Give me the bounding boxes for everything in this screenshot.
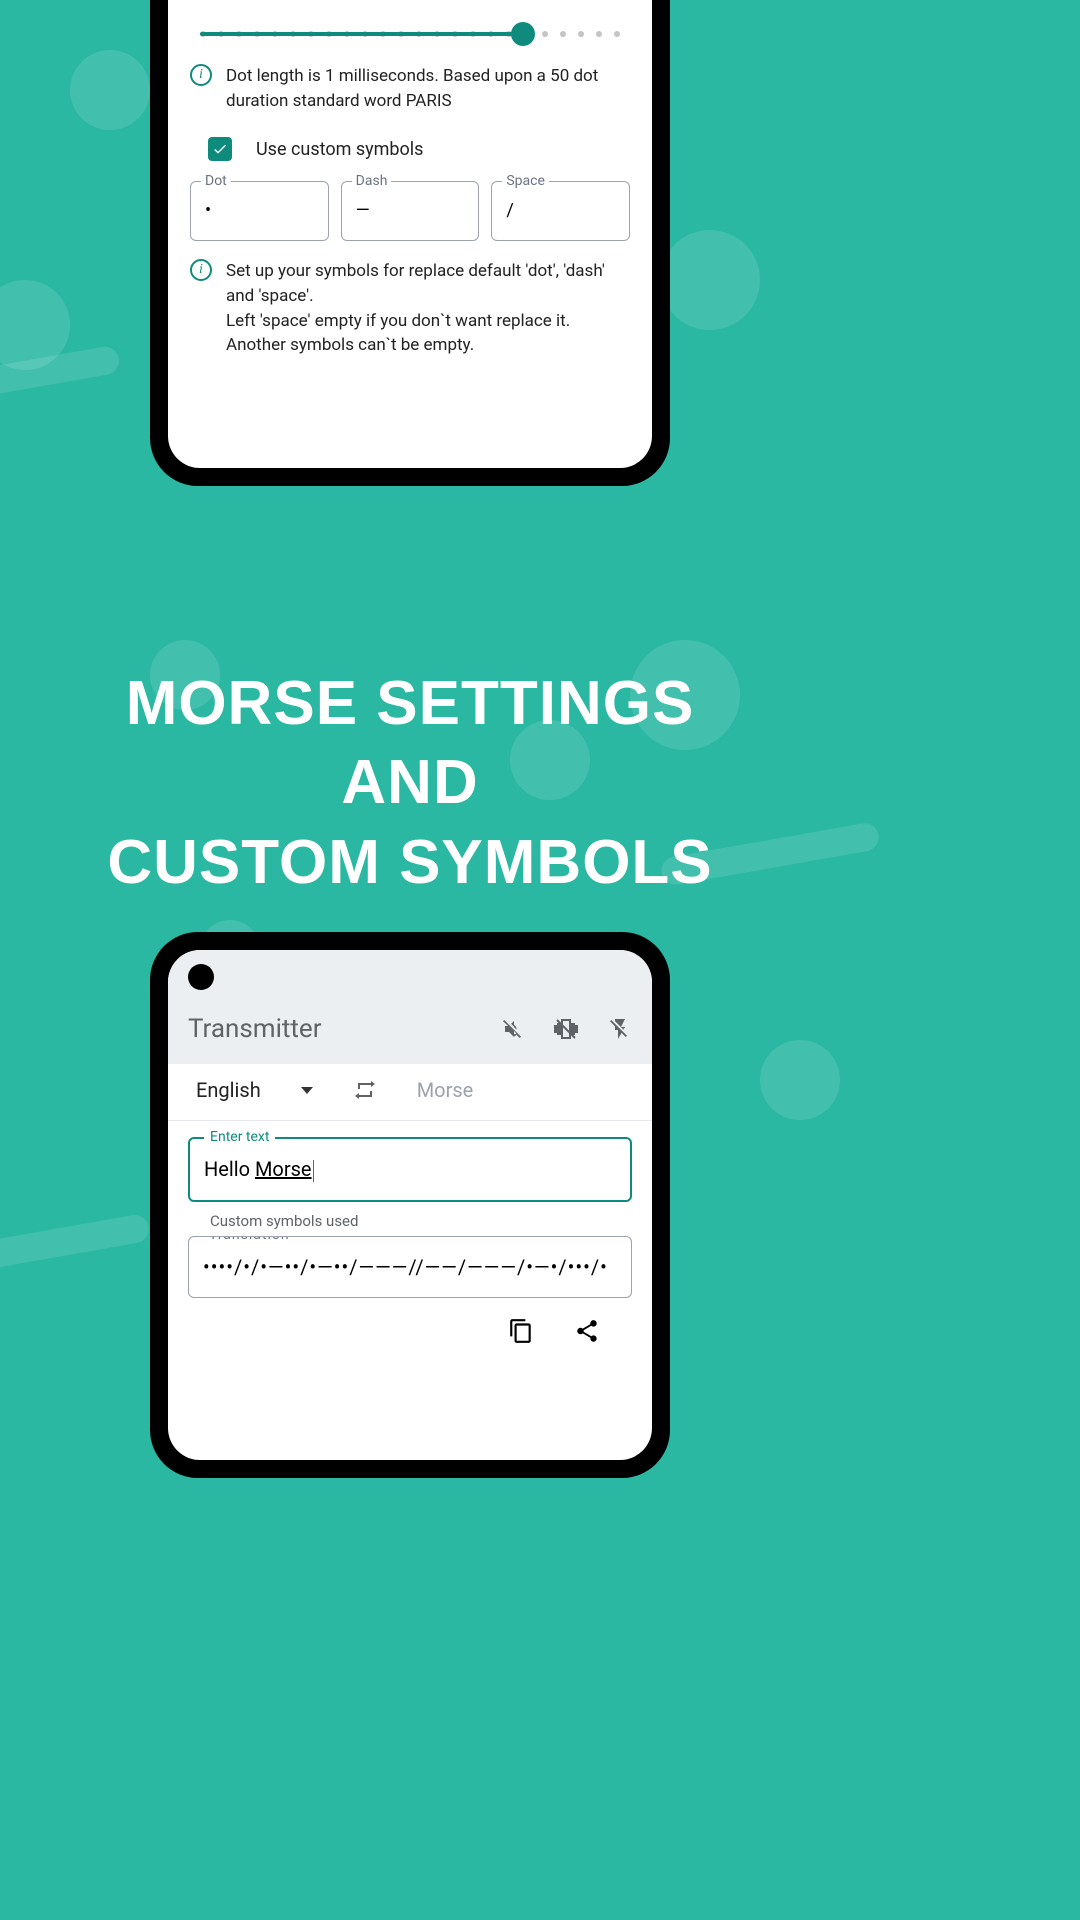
chevron-down-icon — [301, 1087, 313, 1094]
flash-off-icon[interactable] — [608, 1017, 632, 1041]
copy-icon[interactable] — [508, 1318, 534, 1344]
use-custom-symbols-label: Use custom symbols — [256, 139, 423, 160]
custom-symbols-note: Custom symbols used — [210, 1212, 632, 1230]
phone-frame-transmitter: Transmitter English Morse Enter text Hel… — [150, 932, 670, 1478]
camera-hole — [188, 964, 214, 990]
use-custom-symbols-checkbox[interactable] — [208, 137, 232, 161]
screen-title: Transmitter — [188, 1014, 322, 1044]
language-target-label: Morse — [417, 1078, 474, 1102]
wpm-slider[interactable] — [200, 22, 620, 46]
phone-frame-settings: FREQUENCY: ULTRA LOW WORDS PER MINUTE: 1… — [150, 0, 670, 486]
symbols-info: Set up your symbols for replace default … — [226, 259, 630, 358]
share-icon[interactable] — [574, 1318, 600, 1344]
wpm-label: WORDS PER MINUTE: 16 — [190, 0, 630, 4]
transmitter-screen: Transmitter English Morse Enter text Hel… — [168, 950, 652, 1460]
enter-text-input[interactable]: Enter text Hello Morse — [188, 1137, 632, 1202]
settings-screen: FREQUENCY: ULTRA LOW WORDS PER MINUTE: 1… — [168, 0, 652, 468]
mute-sound-icon[interactable] — [500, 1017, 524, 1041]
swap-languages-icon[interactable] — [353, 1078, 377, 1102]
info-icon: i — [190, 64, 212, 86]
translation-output: Translation ••••/•/•—••/•—••/———//——/———… — [188, 1236, 632, 1298]
dot-symbol-input[interactable]: Dot • — [190, 181, 329, 241]
dash-symbol-input[interactable]: Dash — — [341, 181, 480, 241]
vibration-off-icon[interactable] — [554, 1017, 578, 1041]
dot-length-info: Dot length is 1 milliseconds. Based upon… — [226, 64, 630, 113]
language-source-select[interactable]: English — [196, 1078, 313, 1102]
marketing-banner: MORSE SETTINGS AND CUSTOM SYMBOLS — [0, 664, 820, 902]
space-symbol-input[interactable]: Space / — [491, 181, 630, 241]
info-icon: i — [190, 259, 212, 281]
